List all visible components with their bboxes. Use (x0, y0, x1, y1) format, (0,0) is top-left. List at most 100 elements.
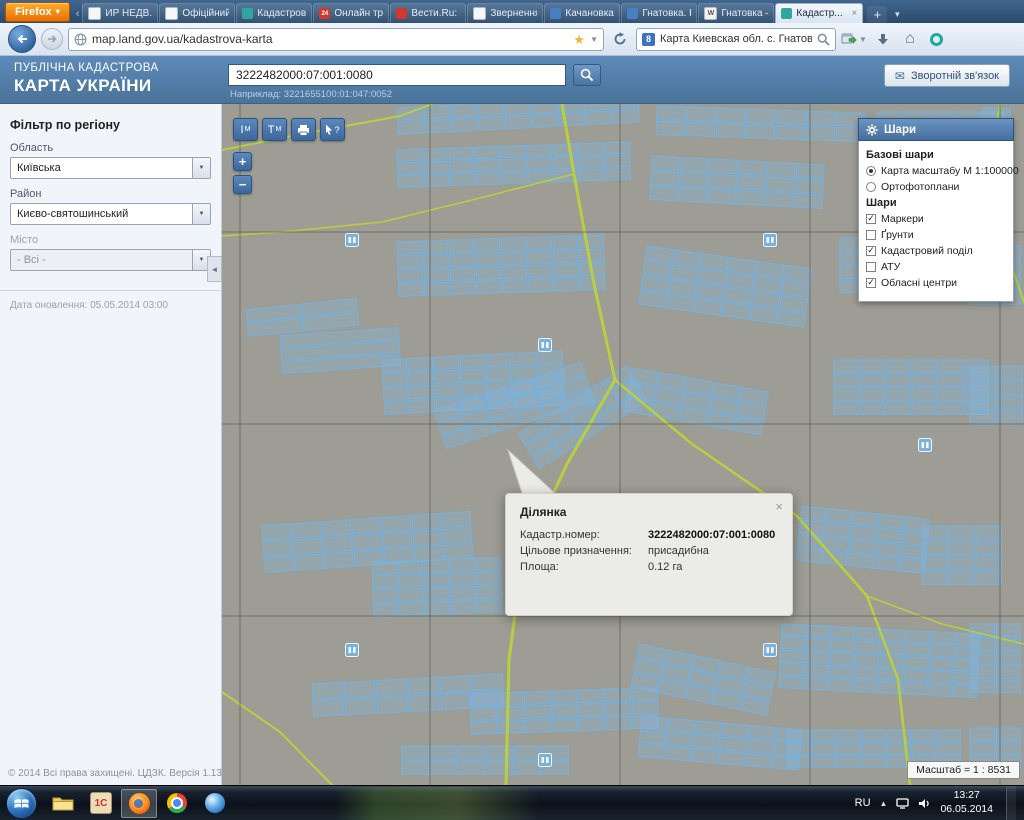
city-field: Місто - Всі - ▼ (0, 232, 221, 278)
wiki-icon: W (704, 7, 717, 20)
layers-panel-header[interactable]: Шари (858, 118, 1014, 141)
cadastral-search-field[interactable] (228, 64, 566, 86)
clock-time: 13:27 (940, 789, 993, 803)
cadastral-search-input[interactable] (229, 68, 565, 82)
sidebar-collapse-handle[interactable]: ◄ (207, 256, 222, 282)
tab[interactable]: Кадастрова... (236, 3, 312, 23)
chevron-down-icon[interactable]: ▼ (192, 204, 210, 224)
tab[interactable]: Качановка. ... (544, 3, 620, 23)
tab-active[interactable]: Кадастр... × (775, 3, 863, 23)
measure-area-button[interactable]: TM (262, 118, 287, 141)
firefox-taskbar-button[interactable] (121, 789, 157, 818)
firefox-menu-button[interactable]: Firefox ▾ (5, 2, 70, 22)
checkbox-icon[interactable] (866, 278, 876, 288)
forward-button[interactable] (41, 28, 63, 50)
checkbox-icon[interactable] (866, 214, 876, 224)
radio-icon[interactable] (866, 182, 876, 192)
layers-panel-body: Базові шари Карта масштабу М 1:100000 Ор… (858, 141, 1014, 302)
url-bar[interactable]: ★ ▼ (68, 28, 604, 51)
print-button[interactable] (291, 118, 316, 141)
show-desktop-button[interactable] (1006, 786, 1016, 820)
map-canvas[interactable]: IM TM ? (222, 104, 1024, 785)
web-search-input[interactable] (660, 33, 812, 45)
overlay-layer-option[interactable]: Обласні центри (866, 277, 1006, 289)
windows-taskbar: 1С RU ▲ 13:27 06.05.2014 (0, 785, 1024, 820)
tab-scroll-left-icon[interactable]: ‹ (76, 8, 83, 23)
tab[interactable]: Вести.Ru: Р... (390, 3, 466, 23)
chrome-taskbar-button[interactable] (159, 789, 195, 818)
popup-row-value: присадибна (648, 545, 778, 557)
browser-tab-bar: Firefox ▾ ‹ ИР НЕДВ... Офіційний ... Кад… (0, 0, 1024, 23)
tab[interactable]: Гнатовка. К... (621, 3, 697, 23)
identify-button[interactable]: ? (320, 118, 345, 141)
raion-select[interactable]: Києво-святошинський ▼ (10, 203, 211, 225)
google-earth-taskbar-button[interactable] (197, 789, 233, 818)
overlay-layer-option[interactable]: Кадастровий поділ (866, 245, 1006, 257)
cursor-icon (325, 124, 333, 135)
search-box[interactable]: 8 (636, 28, 836, 51)
chevron-down-icon[interactable]: ▼ (192, 158, 210, 178)
close-icon[interactable]: × (852, 9, 858, 19)
search-icon[interactable] (817, 33, 830, 46)
reload-button[interactable] (609, 28, 631, 50)
home-button[interactable]: ⌂ (899, 27, 921, 51)
site-logo[interactable]: ПУБЛІЧНА КАДАСТРОВА КАРТА УКРАЇНИ (14, 62, 159, 96)
zoom-out-button[interactable]: − (233, 175, 252, 194)
downloads-button[interactable] (872, 27, 894, 51)
explorer-taskbar-button[interactable] (45, 789, 81, 818)
checkbox-icon[interactable] (866, 246, 876, 256)
clock-date: 06.05.2014 (940, 803, 993, 817)
tab[interactable]: Офіційний ... (159, 3, 235, 23)
hidden-icons-chevron-icon[interactable]: ▲ (880, 799, 888, 808)
logo-line2: КАРТА УКРАЇНИ (14, 76, 159, 96)
overlay-layer-option[interactable]: Ґрунти (866, 229, 1006, 241)
logo-line1: ПУБЛІЧНА КАДАСТРОВА (14, 62, 159, 76)
bookmark-star-icon[interactable]: ★ (573, 33, 585, 46)
addon-ring-icon (930, 33, 943, 46)
measure-length-button[interactable]: IM (233, 118, 258, 141)
map-toolbar: IM TM ? (233, 118, 345, 141)
popup-row-label: Цільове призначення: (520, 545, 648, 557)
tab[interactable]: Звернення ... (467, 3, 543, 23)
search-engine-icon[interactable]: 8 (642, 33, 655, 46)
url-dropdown-icon[interactable]: ▼ (590, 35, 598, 44)
tab[interactable]: WГнатовка – ... (698, 3, 774, 23)
checkbox-icon[interactable] (866, 262, 876, 272)
chevron-down-icon: ▼ (859, 35, 867, 44)
raion-label: Район (10, 188, 211, 200)
home-icon: ⌂ (905, 31, 915, 47)
chevron-down-icon: ▾ (56, 7, 60, 16)
tab[interactable]: ИР НЕДВ... (82, 3, 158, 23)
site-header: ПУБЛІЧНА КАДАСТРОВА КАРТА УКРАЇНИ Наприк… (0, 56, 1024, 104)
volume-icon[interactable] (918, 798, 931, 809)
overlay-layer-option[interactable]: Маркери (866, 213, 1006, 225)
base-layer-option[interactable]: Карта масштабу М 1:100000 (866, 165, 1006, 177)
new-tab-button[interactable]: + (867, 6, 887, 23)
map-icon (781, 8, 792, 19)
site-icon (627, 8, 638, 19)
list-all-tabs-button[interactable]: ▼ (889, 6, 905, 23)
cadastral-search-button[interactable] (573, 64, 601, 86)
extension-button[interactable]: ▼ (841, 27, 867, 51)
feedback-label: Зворотній зв'язок (911, 70, 999, 82)
layers-panel: Шари Базові шари Карта масштабу М 1:1000… (858, 118, 1014, 302)
language-indicator[interactable]: RU (855, 797, 871, 809)
overlay-layer-option[interactable]: АТУ (866, 261, 1006, 273)
feedback-button[interactable]: ✉ Зворотній зв'язок (884, 64, 1010, 87)
close-icon[interactable]: × (775, 500, 783, 513)
oblast-select[interactable]: Київська ▼ (10, 157, 211, 179)
oblast-select-value: Київська (11, 162, 192, 174)
start-button[interactable] (6, 788, 37, 819)
radio-icon[interactable] (866, 166, 876, 176)
zoom-in-button[interactable]: + (233, 152, 252, 171)
tab[interactable]: 24Онлайн тра... (313, 3, 389, 23)
base-layer-option[interactable]: Ортофотоплани (866, 181, 1006, 193)
addon-button[interactable] (926, 27, 948, 51)
1c-taskbar-button[interactable]: 1С (83, 789, 119, 818)
url-input[interactable] (92, 32, 568, 46)
network-icon[interactable] (896, 798, 909, 809)
tab-title: ИР НЕДВ... (105, 8, 152, 19)
checkbox-icon[interactable] (866, 230, 876, 240)
taskbar-clock[interactable]: 13:27 06.05.2014 (940, 789, 993, 816)
back-button[interactable] (8, 25, 36, 53)
